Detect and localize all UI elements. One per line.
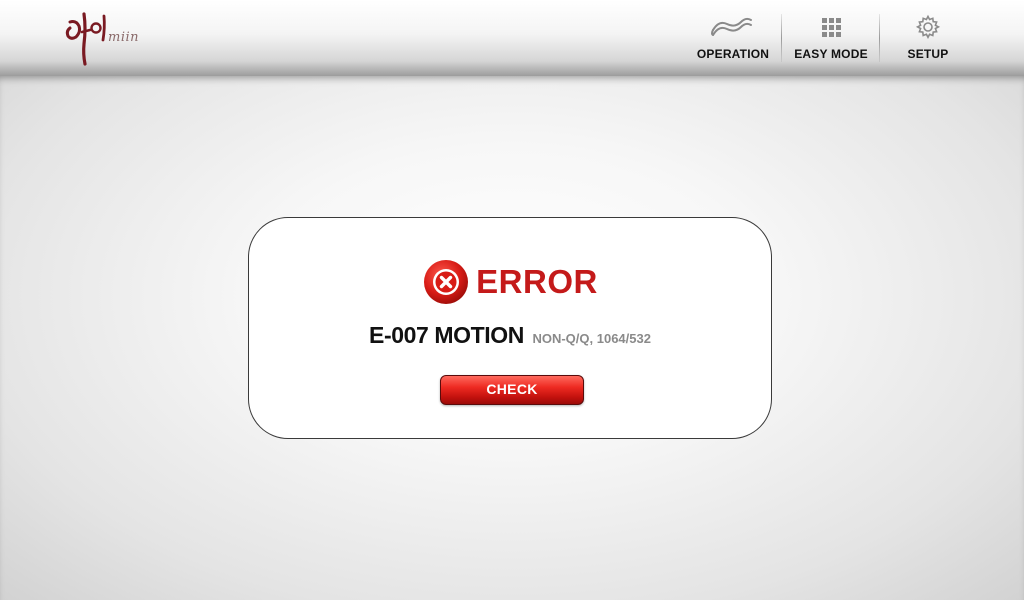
error-title: ERROR [476, 263, 598, 300]
nav-operation[interactable]: OPERATION [685, 14, 781, 64]
grid-icon [822, 18, 841, 37]
error-code: E-007 MOTION [369, 322, 524, 348]
error-header: ERROR [249, 258, 771, 311]
error-dialog: ERROR E-007 MOTION NON-Q/Q, 1064/532 CHE… [248, 217, 772, 439]
nav-setup[interactable]: SETUP [880, 14, 976, 64]
nav-setup-label: SETUP [907, 47, 949, 61]
brand-logo-text: miin [108, 30, 140, 45]
nav-easy-mode[interactable]: EASY MODE [783, 14, 879, 64]
brand-logo: miin [62, 6, 158, 68]
gear-icon [915, 14, 941, 39]
error-detail: NON-Q/Q, 1064/532 [532, 331, 651, 346]
operation-wave-icon [711, 17, 752, 36]
error-x-icon [424, 260, 469, 304]
nav-operation-label: OPERATION [696, 47, 770, 61]
error-message: E-007 MOTION NON-Q/Q, 1064/532 [249, 322, 771, 349]
nav-divider [781, 14, 782, 62]
nav-easy-mode-label: EASY MODE [794, 47, 868, 61]
check-button[interactable]: CHECK [440, 375, 584, 405]
top-bar: miin OPERATION EASY MODE SETUP [0, 0, 1024, 76]
